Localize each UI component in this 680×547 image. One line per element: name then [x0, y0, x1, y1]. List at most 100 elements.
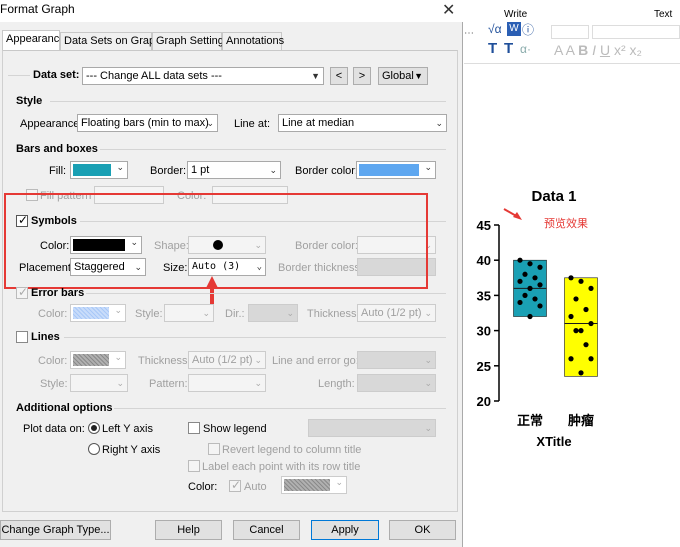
cancel-button[interactable]: Cancel	[233, 520, 300, 540]
x-axis-title: XTitle	[536, 434, 571, 449]
y-tick-label: 45	[477, 218, 491, 233]
data-point	[573, 296, 579, 302]
format-graph-dialog: Format Graph ✕ Appearance Data Sets on G…	[0, 0, 463, 547]
revert-legend-label: Revert legend to column title	[222, 444, 362, 456]
line-pattern-select[interactable]: ⌄	[188, 374, 266, 392]
global-label: Global	[382, 70, 414, 82]
close-icon[interactable]: ✕	[442, 0, 455, 20]
border-label: Border:	[150, 165, 187, 177]
chevron-down-icon: ⌄	[116, 378, 124, 388]
error-style-select[interactable]: ⌄	[164, 304, 214, 322]
y-tick-label: 25	[477, 359, 491, 374]
tab-appearance[interactable]: Appearance	[2, 30, 65, 51]
legend-select[interactable]: ⌄	[308, 419, 436, 437]
fill-color-picker[interactable]: ⌄	[70, 161, 128, 179]
line-style-label: Style:	[40, 378, 68, 390]
auto-color-label: Auto	[244, 481, 267, 493]
border-color-picker[interactable]: ⌄	[356, 161, 436, 179]
y-tick-label: 20	[477, 394, 491, 409]
show-legend-checkbox[interactable]	[188, 422, 200, 434]
tab-data-sets-on-graph[interactable]: Data Sets on Graph	[60, 32, 161, 50]
sqrt-icon[interactable]: √α	[488, 22, 502, 36]
line-style-select[interactable]: ⌄	[70, 374, 128, 392]
dataset-select[interactable]: --- Change ALL data sets --- ▼	[82, 67, 324, 85]
data-point	[517, 257, 523, 263]
style-heading: Style	[16, 95, 43, 107]
left-axis-radio[interactable]	[88, 422, 100, 434]
separator	[114, 408, 446, 409]
chevron-down-icon: ⌄	[435, 118, 443, 128]
help-button[interactable]: Help	[155, 520, 222, 540]
right-axis-radio[interactable]	[88, 443, 100, 455]
line-color-picker[interactable]: ⌄	[70, 351, 126, 369]
chevron-down-icon: ⌄	[335, 477, 343, 487]
data-point	[522, 292, 528, 298]
border-color-label: Border color:	[295, 165, 358, 177]
bars-heading: Bars and boxes	[16, 143, 98, 155]
info-icon[interactable]: ⓘ	[522, 21, 534, 38]
next-dataset-button[interactable]: >	[353, 67, 371, 85]
chevron-down-icon: ⌄	[114, 305, 122, 315]
appearance-select[interactable]: Floating bars (min to max) ⌄	[77, 114, 218, 132]
error-thickness-select[interactable]: Auto (1/2 pt) ⌄	[357, 304, 436, 322]
ok-button[interactable]: OK	[389, 520, 456, 540]
tab-annotations[interactable]: Annotations	[222, 32, 284, 50]
label-color-swatch	[284, 479, 330, 491]
word-icon[interactable]: W	[507, 22, 521, 36]
error-dir-select[interactable]: ⌄	[248, 304, 298, 322]
border-select[interactable]: 1 pt ⌄	[187, 161, 281, 179]
line-thickness-label: Thickness:	[138, 355, 191, 367]
x-tick-label: 正常	[517, 413, 543, 428]
line-at-value: Line at median	[282, 117, 355, 129]
data-point	[517, 299, 523, 306]
line-thickness-select[interactable]: Auto (1/2 pt) ⌄	[188, 351, 266, 369]
error-color-swatch	[73, 307, 109, 319]
change-graph-type-button[interactable]: Change Graph Type...	[0, 520, 111, 540]
line-length-select[interactable]: ⌄	[357, 374, 436, 392]
format-icons[interactable]: A A B I U x² x₂	[554, 42, 642, 58]
font-size-select[interactable]	[592, 25, 680, 39]
error-bars-heading: Error bars	[31, 287, 85, 299]
separator	[86, 293, 446, 294]
data-point	[522, 271, 528, 277]
prev-dataset-button[interactable]: <	[330, 67, 348, 85]
ellipsis-icon[interactable]: ⋯	[464, 28, 474, 39]
line-error-select[interactable]: ⌄	[357, 351, 436, 369]
alpha-icon[interactable]: α·	[520, 42, 531, 56]
chart-title: Data 1	[531, 188, 576, 205]
left-axis-label: Left Y axis	[102, 423, 153, 435]
line-at-select[interactable]: Line at median ⌄	[278, 114, 447, 132]
auto-color-checkbox[interactable]: ✓	[229, 478, 241, 492]
data-point	[527, 285, 533, 291]
tab-graph-settings[interactable]: Graph Settings	[152, 32, 229, 50]
global-button[interactable]: Global ▼	[378, 67, 428, 85]
red-arrow-icon	[206, 276, 218, 304]
border-color-swatch	[359, 164, 419, 176]
data-point	[568, 313, 574, 320]
separator	[64, 337, 446, 338]
font-select[interactable]	[551, 25, 589, 39]
right-axis-label: Right Y axis	[102, 444, 161, 456]
chevron-down-icon: ⌄	[286, 308, 294, 318]
show-legend-label: Show legend	[203, 423, 267, 435]
apply-button[interactable]: Apply	[311, 520, 379, 540]
label-color-picker[interactable]: ⌄	[281, 476, 347, 494]
error-color-label: Color:	[38, 308, 68, 320]
lines-checkbox[interactable]	[16, 331, 28, 343]
error-color-picker[interactable]: ⌄	[70, 304, 126, 322]
error-bars-checkbox[interactable]: ✓	[16, 285, 28, 299]
chevron-down-icon: ⌄	[424, 378, 432, 388]
text-box-icon[interactable]: T	[504, 40, 513, 57]
data-point	[532, 275, 538, 281]
plot-on-label: Plot data on:	[23, 423, 85, 435]
chevron-down-icon: ▼	[311, 71, 320, 81]
revert-legend-checkbox[interactable]	[208, 443, 220, 455]
error-dir-label: Dir.:	[225, 308, 245, 320]
label-each-checkbox[interactable]	[188, 460, 200, 472]
chevron-down-icon: ⌄	[202, 308, 210, 318]
text-tool-icon[interactable]: T	[488, 40, 497, 57]
data-point	[532, 296, 538, 302]
border-value: 1 pt	[191, 164, 210, 176]
line-thickness-value: Auto (1/2 pt)	[192, 354, 253, 366]
data-point	[537, 282, 543, 288]
